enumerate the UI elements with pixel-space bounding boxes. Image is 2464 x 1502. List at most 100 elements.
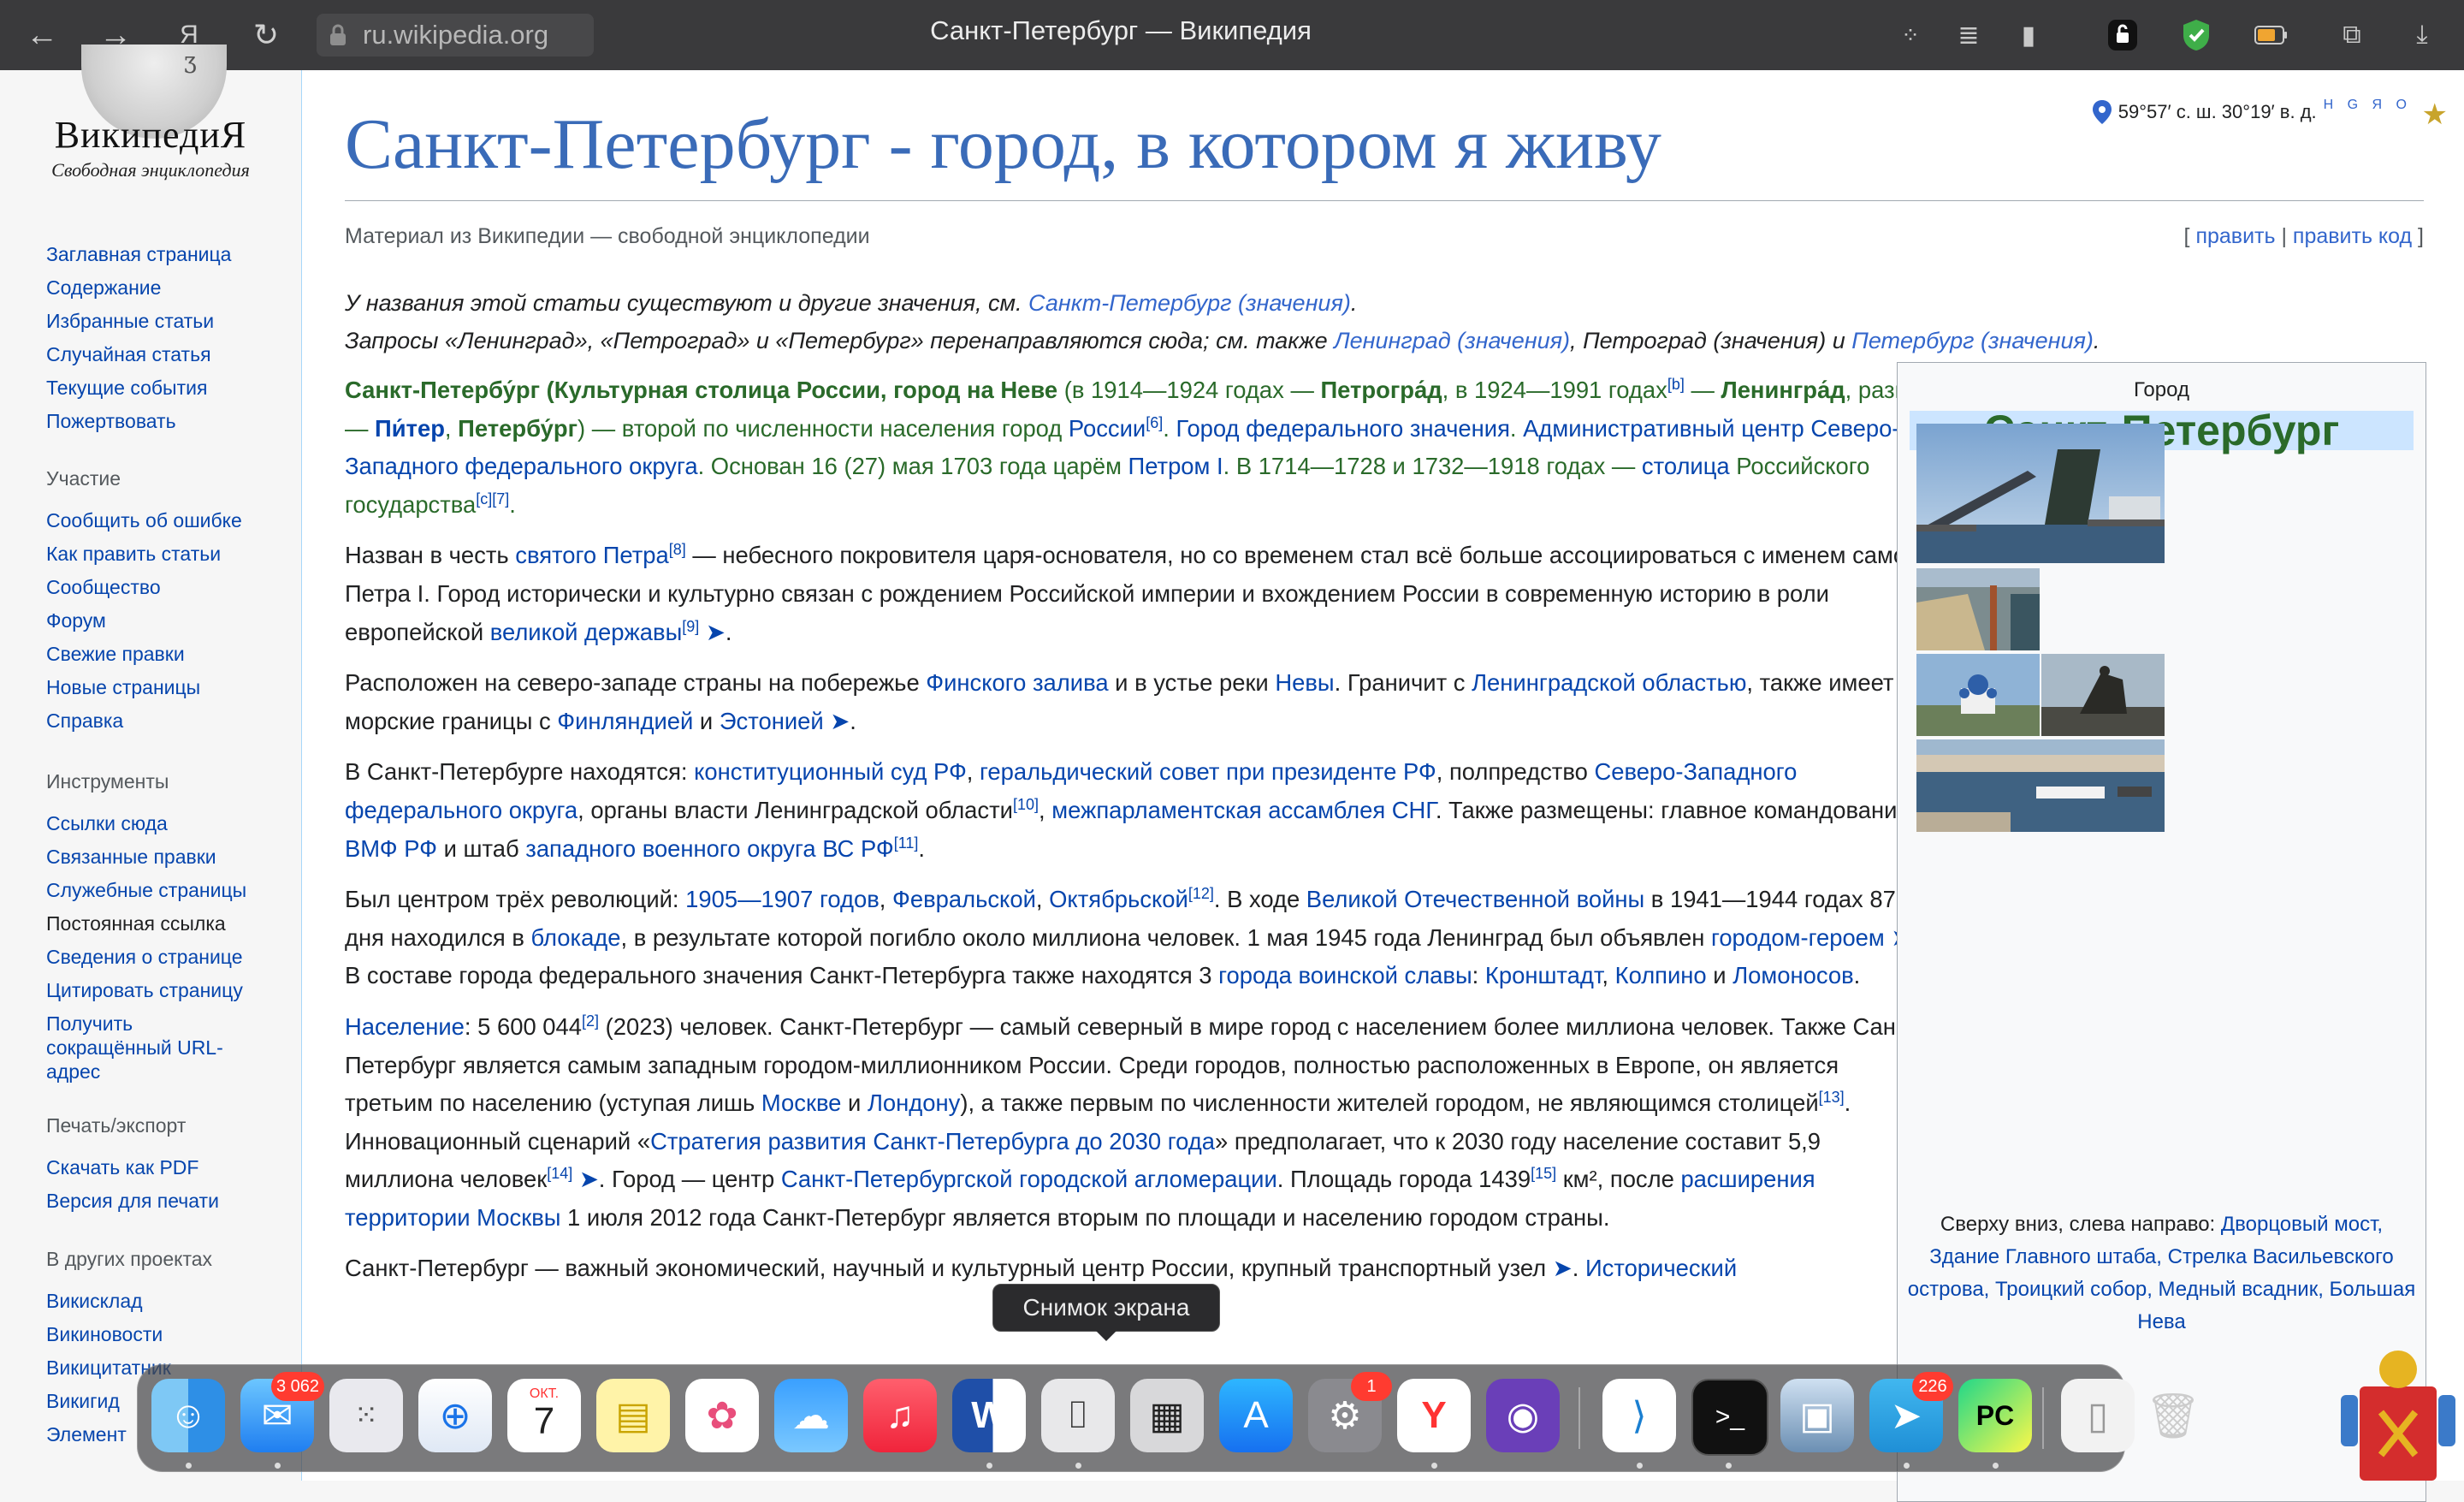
reference-link[interactable]: [15] xyxy=(1531,1165,1556,1182)
article-link[interactable]: межпарламентская ассамблея СНГ xyxy=(1051,797,1436,823)
sidebar-item-donate[interactable]: Пожертвовать xyxy=(46,405,231,438)
article-link[interactable]: Стратегия развития Санкт-Петербурга до 2… xyxy=(650,1128,1215,1155)
article-link[interactable]: Население xyxy=(345,1013,465,1040)
article-link[interactable]: ➤ xyxy=(699,619,726,645)
article-link[interactable]: Лондону xyxy=(868,1089,960,1116)
pycharm-icon[interactable]: PC xyxy=(1958,1379,2032,1452)
article-link[interactable]: блокаде xyxy=(531,924,621,951)
article-link[interactable]: святого Петра xyxy=(515,542,669,568)
reference-link[interactable]: [14] xyxy=(547,1165,572,1182)
article-link[interactable]: Финского залива xyxy=(926,669,1108,696)
screenshot-icon[interactable]: ⌷ xyxy=(1041,1379,1115,1452)
photo-trinity-cathedral[interactable] xyxy=(1916,654,2040,736)
battery-icon[interactable] xyxy=(2254,17,2289,53)
article-link[interactable]: конституционный суд РФ xyxy=(694,758,967,785)
sidebar-item-how-to-edit[interactable]: Как править статьи xyxy=(46,537,242,571)
vscode-icon[interactable]: ⟩ xyxy=(1602,1379,1676,1452)
article-link[interactable]: геральдический совет при президенте РФ xyxy=(980,758,1436,785)
system-settings-icon[interactable]: ⚙ 1 xyxy=(1308,1372,1392,1452)
calculator-icon[interactable]: ▦ xyxy=(1130,1379,1204,1452)
sidebar-item-featured[interactable]: Избранные статьи xyxy=(46,305,231,338)
sidebar-item-random[interactable]: Случайная статья xyxy=(46,338,231,371)
sidebar-item-short-url[interactable]: Получить сокращённый URL-адрес xyxy=(46,1012,243,1083)
yandex-browser-icon[interactable]: Y xyxy=(1397,1379,1471,1452)
hatnote-link[interactable]: Санкт-Петербург (значения) xyxy=(1028,290,1351,316)
back-arrow-icon[interactable]: ← xyxy=(21,14,63,56)
sidebar-item-related-changes[interactable]: Связанные правки xyxy=(46,840,246,874)
article-link[interactable]: Колпино xyxy=(1615,962,1707,988)
map-service-links[interactable]: H G Я O xyxy=(2324,98,2412,113)
photo-bolshaya-neva[interactable] xyxy=(1916,739,2165,832)
launchpad-icon[interactable]: ⁙ xyxy=(329,1379,403,1452)
photo-general-staff[interactable] xyxy=(1916,568,2040,650)
sidebar-item-report-error[interactable]: Сообщить об ошибке xyxy=(46,504,242,537)
article-link[interactable]: ➤ xyxy=(1546,1255,1573,1281)
preview-icon[interactable]: ▣ xyxy=(1780,1379,1854,1452)
download-icon[interactable]: ⤓ xyxy=(2404,17,2440,53)
article-link[interactable]: 1905—1907 годов xyxy=(685,886,880,912)
address-bar[interactable]: ru.wikipedia.org xyxy=(317,14,594,56)
sidebar-item-cite-page[interactable]: Цитировать страницу xyxy=(46,974,246,1007)
reference-link[interactable]: [12] xyxy=(1188,885,1214,902)
weather-icon[interactable]: ☁ xyxy=(774,1379,848,1452)
article-link[interactable]: Москве xyxy=(761,1089,842,1116)
article-link[interactable]: Ломоносов xyxy=(1732,962,1853,988)
trash-icon[interactable]: 🗑 xyxy=(2136,1379,2210,1452)
reference-link[interactable]: [2] xyxy=(582,1012,599,1030)
hatnote-link[interactable]: Петербург (значения) xyxy=(1851,328,2094,353)
article-link[interactable]: городом-героем xyxy=(1711,924,1885,951)
article-link[interactable]: Октябрьской xyxy=(1049,886,1188,912)
bold-term-link[interactable]: Пи́тер xyxy=(375,415,445,442)
word-icon[interactable]: W xyxy=(952,1379,1026,1452)
article-link[interactable]: столица xyxy=(1642,453,1730,479)
sidebar-item-special-pages[interactable]: Служебные страницы xyxy=(46,874,246,907)
article-link[interactable]: Санкт-Петербургской городской агломераци… xyxy=(781,1166,1277,1192)
sidebar-item-commons[interactable]: Викисклад xyxy=(46,1285,212,1318)
terminal-icon[interactable]: >_ xyxy=(1691,1379,1768,1456)
article-link[interactable]: Финляндией xyxy=(557,708,693,734)
tabs-grid-icon[interactable]: ⁘ xyxy=(1892,17,1928,53)
bookmark-icon[interactable]: ▮ xyxy=(2011,17,2046,53)
sidebar-item-help[interactable]: Справка xyxy=(46,704,242,738)
sidebar-item-print-version[interactable]: Версия для печати xyxy=(46,1184,219,1218)
reference-link[interactable]: [13] xyxy=(1819,1089,1845,1106)
document-icon[interactable]: ▯ xyxy=(2061,1379,2135,1452)
article-link[interactable]: великой державы xyxy=(490,619,683,645)
reference-link[interactable]: [11] xyxy=(894,834,919,851)
reference-link[interactable]: [c][7] xyxy=(476,490,509,508)
article-link[interactable]: Ленинградской областью xyxy=(1472,669,1746,696)
sidebar-item-page-info[interactable]: Сведения о странице xyxy=(46,941,246,974)
coordinates[interactable]: 59°57′ с. ш. 30°19′ в. д. H G Я O xyxy=(2091,98,2412,125)
sidebar-item-forum[interactable]: Форум xyxy=(46,604,242,638)
photo-palace-bridge[interactable] xyxy=(1916,424,2165,563)
github-desktop-icon[interactable]: ◉ xyxy=(1486,1379,1560,1452)
article-link[interactable]: Кронштадт xyxy=(1485,962,1602,988)
sidebar-item-main-page[interactable]: Заглавная страница xyxy=(46,238,231,271)
music-icon[interactable]: ♫ xyxy=(863,1379,937,1452)
protect-shield-icon[interactable] xyxy=(2178,17,2214,53)
calendar-icon[interactable]: ОКТ. 7 xyxy=(507,1379,581,1452)
password-lock-icon[interactable] xyxy=(2105,17,2141,53)
hatnote-link[interactable]: Петроград (значения) xyxy=(1583,328,1826,353)
telegram-icon[interactable]: ➤ 226 xyxy=(1869,1372,1953,1452)
finder-icon[interactable]: ☺ xyxy=(151,1379,225,1452)
reference-link[interactable]: [6] xyxy=(1146,413,1163,430)
edit-link[interactable]: править xyxy=(2195,224,2275,248)
reference-link[interactable]: [b] xyxy=(1667,376,1685,393)
extensions-icon[interactable]: ⧉ xyxy=(2334,17,2370,53)
reload-icon[interactable]: ↻ xyxy=(245,14,287,56)
sidebar-item-download-pdf[interactable]: Скачать как PDF xyxy=(46,1151,219,1184)
sidebar-item-contents[interactable]: Содержание xyxy=(46,271,231,305)
logo-wordmark[interactable]: ВикипедиЯ xyxy=(0,113,301,157)
sidebar-item-recent-changes[interactable]: Свежие правки xyxy=(46,638,242,671)
sidebar-item-community[interactable]: Сообщество xyxy=(46,571,242,604)
article-link[interactable]: России xyxy=(1069,415,1146,442)
sidebar-item-new-pages[interactable]: Новые страницы xyxy=(46,671,242,704)
article-link[interactable]: западного военного округа ВС РФ xyxy=(525,835,893,862)
hatnote-link[interactable]: Ленинград (значения) xyxy=(1334,328,1570,353)
article-link[interactable]: Невы xyxy=(1275,669,1334,696)
photos-icon[interactable]: ✿ xyxy=(685,1379,759,1452)
reference-link[interactable]: [8] xyxy=(669,541,686,558)
article-link[interactable]: ➤ xyxy=(572,1166,599,1192)
reader-mode-icon[interactable]: ≣ xyxy=(1951,17,1987,53)
